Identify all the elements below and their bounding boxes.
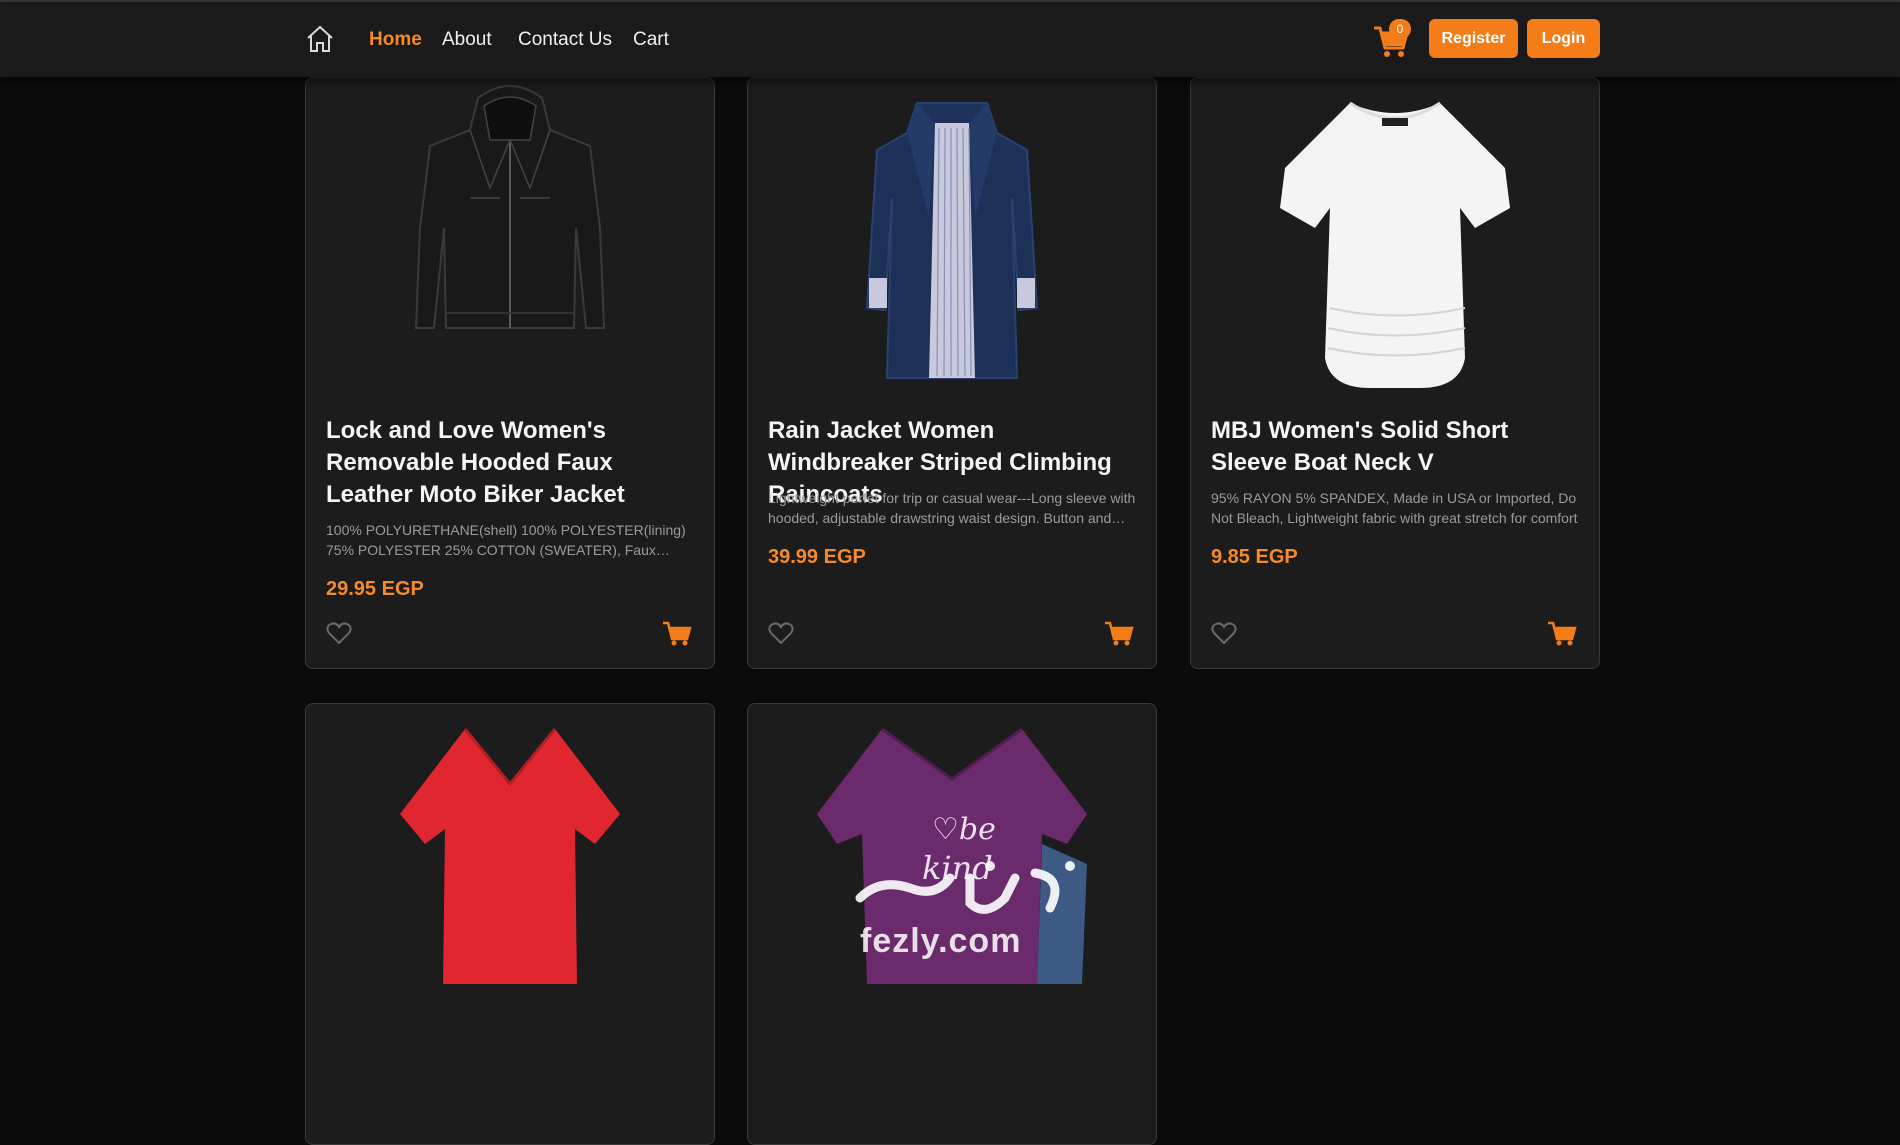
heart-icon[interactable] — [326, 621, 352, 645]
product-price: 9.85 EGP — [1211, 546, 1298, 568]
product-card[interactable]: Rain Jacket Women Windbreaker Striped Cl… — [747, 77, 1157, 669]
product-price: 29.95 EGP — [326, 578, 424, 600]
add-to-cart-icon[interactable] — [662, 619, 692, 647]
navbar: Home About Contact Us Cart 0 Register Lo… — [0, 2, 1900, 77]
product-card[interactable] — [305, 703, 715, 1145]
svg-text:kind: kind — [922, 849, 993, 887]
white-top-image — [1280, 101, 1510, 388]
register-button[interactable]: Register — [1429, 19, 1518, 58]
heart-icon[interactable] — [1211, 621, 1237, 645]
product-image[interactable] — [748, 78, 1156, 393]
add-to-cart-icon[interactable] — [1104, 619, 1134, 647]
cart-count-badge: 0 — [1389, 19, 1411, 39]
product-price: 39.99 EGP — [768, 546, 866, 568]
product-image[interactable] — [1191, 78, 1599, 393]
product-card[interactable]: Lock and Love Women's Removable Hooded F… — [305, 77, 715, 669]
product-description: 95% RAYON 5% SPANDEX, Made in USA or Imp… — [1211, 490, 1578, 526]
nav-link-about[interactable]: About — [442, 29, 492, 51]
nav-link-cart[interactable]: Cart — [633, 29, 669, 51]
product-image[interactable] — [306, 704, 714, 1019]
product-description: 100% POLYURETHANE(shell) 100% POLYESTER(… — [326, 522, 686, 558]
product-image[interactable] — [306, 78, 714, 393]
watermark-text: fezly.com — [860, 922, 1022, 960]
product-image[interactable]: ♡be kind — [748, 704, 1156, 1019]
home-icon[interactable] — [305, 24, 335, 54]
nav-link-contact[interactable]: Contact Us — [518, 29, 612, 51]
product-title[interactable]: Lock and Love Women's Removable Hooded F… — [326, 415, 698, 511]
product-description: Lightweight perfet for trip or casual we… — [768, 490, 1136, 526]
product-card[interactable]: MBJ Women's Solid Short Sleeve Boat Neck… — [1190, 77, 1600, 669]
product-title[interactable]: MBJ Women's Solid Short Sleeve Boat Neck… — [1211, 415, 1583, 479]
nav-link-home[interactable]: Home — [369, 29, 422, 51]
heart-icon[interactable] — [768, 621, 794, 645]
jacket-image — [414, 85, 606, 329]
rain-jacket-image — [865, 102, 1039, 379]
red-shirt-image — [400, 728, 620, 984]
svg-text:♡be: ♡be — [932, 812, 996, 847]
add-to-cart-icon[interactable] — [1547, 619, 1577, 647]
login-button[interactable]: Login — [1527, 19, 1600, 58]
